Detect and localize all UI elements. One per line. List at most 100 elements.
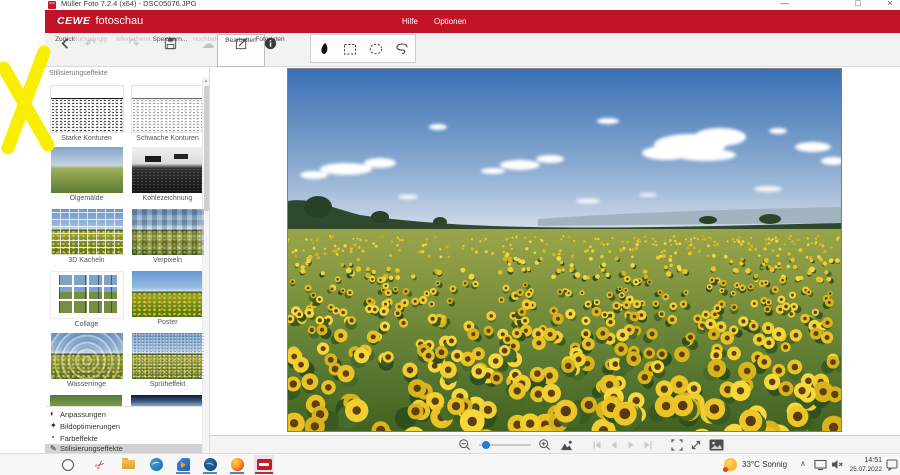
media-player-icon[interactable]: [173, 455, 193, 474]
menu-options[interactable]: Optionen: [434, 17, 466, 26]
weather-text[interactable]: 33°C Sonnig: [742, 460, 787, 469]
image-preview-icon[interactable]: [709, 439, 724, 451]
category-bildoptimierungen[interactable]: ✦ Bildoptimierungen: [45, 420, 202, 432]
save-disk-icon: [160, 36, 180, 51]
effect-verpixeln[interactable]: Verpixeln: [129, 209, 206, 264]
action-center-icon[interactable]: [886, 459, 898, 471]
last-image-icon[interactable]: [643, 440, 653, 450]
weather-temperature: 33°C: [742, 460, 760, 469]
effect-thumbnail: [50, 209, 123, 255]
window-titlebar[interactable]: Müller Foto 7.2.4 (x64) - DSC05076.JPG —…: [45, 0, 900, 10]
minimize-button[interactable]: —: [776, 0, 794, 10]
effect-label: Collage: [74, 321, 99, 328]
scrollbar-thumb[interactable]: [204, 86, 209, 211]
speaker-mute-icon[interactable]: [831, 459, 844, 470]
fullscreen-icon[interactable]: [690, 439, 702, 451]
rectangle-selection-icon[interactable]: [342, 41, 358, 57]
cortana-icon[interactable]: [58, 455, 78, 474]
upload-cloud-icon: ☁: [201, 36, 215, 51]
edit-pencil-icon: [231, 36, 251, 51]
photo-canvas: [210, 67, 900, 435]
menu-help[interactable]: Hilfe: [402, 17, 418, 26]
effects-sidebar: Stilisierungseffekte Starke Konturen Sch…: [45, 67, 210, 453]
previous-image-icon[interactable]: [609, 440, 619, 450]
cewe-foto-icon[interactable]: [254, 455, 274, 474]
crop-icon[interactable]: [671, 439, 683, 451]
effect-label: Poster: [157, 319, 178, 326]
sidebar-scrollbar[interactable]: ▲: [202, 77, 209, 453]
category-anpassungen[interactable]: ◐ Anpassungen: [45, 408, 202, 420]
zoom-slider-knob[interactable]: [482, 441, 490, 449]
firefox-icon[interactable]: [227, 455, 247, 474]
fit-to-window-icon[interactable]: [559, 439, 574, 452]
adjustments-icon: ◐: [50, 409, 55, 418]
effect-oelgemaelde[interactable]: Ölgemälde: [48, 147, 125, 202]
sidebar-header: Stilisierungseffekte: [49, 70, 108, 77]
effect-schwache-konturen[interactable]: Schwache Konturen: [129, 85, 206, 142]
selection-tools: [310, 34, 416, 63]
effect-collage[interactable]: Collage: [48, 271, 125, 328]
effect-kohlezeichnung[interactable]: Kohlezeichnung: [129, 147, 206, 202]
undo-button[interactable]: ↶ Rückgängig: [69, 35, 111, 64]
lasso-selection-icon[interactable]: [394, 41, 410, 57]
file-explorer-icon[interactable]: [118, 455, 138, 474]
effect-label: Verpixeln: [153, 257, 182, 264]
close-button[interactable]: ×: [881, 0, 899, 10]
weather-sun-icon[interactable]: [723, 458, 737, 472]
windows-taskbar: ✂ 33°C Sonnig ∧ 14:51 25.07.2022: [0, 453, 900, 475]
zoom-in-icon[interactable]: [538, 438, 552, 452]
sparkle-wand-icon: ✦: [50, 421, 57, 430]
effect-thumbnail: [131, 209, 204, 255]
category-label: Bildoptimierungen: [60, 421, 121, 431]
tray-expand-icon[interactable]: ∧: [800, 459, 806, 468]
snipping-tool-icon[interactable]: ✂: [90, 455, 110, 474]
divider: [45, 406, 209, 407]
effect-partial-thumbnail[interactable]: [50, 395, 122, 406]
display-tray-icon[interactable]: [814, 459, 827, 471]
brand-logo: CEWE fotoschau: [57, 15, 143, 27]
effect-label: Ölgemälde: [69, 195, 104, 202]
effect-label: Wasserringe: [66, 381, 107, 388]
category-label: Anpassungen: [60, 409, 106, 419]
window-title: Müller Foto 7.2.4 (x64) - DSC05076.JPG: [61, 0, 197, 8]
menubar: CEWE fotoschau Hilfe Optionen: [45, 10, 900, 33]
clock-time: 14:51: [864, 457, 882, 464]
redo-arrow-icon: ↷: [128, 36, 140, 51]
effect-starke-konturen[interactable]: Starke Konturen: [48, 85, 125, 142]
zoom-slider[interactable]: [479, 437, 531, 453]
category-label: Stilisierungseffekte: [60, 444, 123, 453]
effect-label: Starke Konturen: [61, 135, 112, 142]
photo-info-button[interactable]: Fotodaten: [249, 35, 291, 64]
effect-sprueheffekt[interactable]: Sprüheffekt: [129, 333, 206, 388]
brand-product: fotoschau: [95, 15, 144, 27]
next-image-icon[interactable]: [626, 440, 636, 450]
weather-condition: Sonnig: [762, 460, 788, 469]
effect-wasserringe[interactable]: Wasserringe: [48, 333, 125, 388]
effect-thumbnail: [50, 333, 123, 379]
effect-poster[interactable]: Poster: [129, 271, 206, 326]
toolbar: Zurück ↶ Rückgängig ↷ Wiederherst. Speic…: [45, 33, 900, 67]
effect-thumbnail: [130, 85, 205, 133]
category-stilisierungseffekte[interactable]: ✎ Stilisierungseffekte: [45, 444, 209, 453]
taskbar-clock[interactable]: 14:51 25.07.2022: [846, 457, 882, 474]
effect-thumbnail: [49, 271, 124, 319]
save-button[interactable]: Speichern...: [146, 35, 194, 64]
thunderbird-icon[interactable]: [200, 455, 220, 474]
first-image-icon[interactable]: [592, 440, 602, 450]
blue-wave-app-icon[interactable]: [146, 455, 166, 474]
zoom-out-icon[interactable]: [458, 438, 472, 452]
ellipse-selection-icon[interactable]: [368, 41, 384, 57]
statusbar: [210, 435, 900, 453]
effect-thumbnail: [131, 333, 204, 379]
category-label: Farbeffekte: [60, 433, 98, 443]
effect-thumbnail: [49, 85, 124, 133]
effect-3d-kacheln[interactable]: 3D Kacheln: [48, 209, 125, 264]
scroll-up-icon[interactable]: ▲: [203, 77, 209, 85]
category-farbeffekte[interactable]: ◔ Farbeffekte: [45, 432, 202, 444]
freehand-mask-icon[interactable]: [316, 41, 332, 57]
maximize-button[interactable]: □: [849, 0, 867, 10]
photo-sunflower-field[interactable]: [287, 68, 842, 432]
effect-thumbnail: [131, 147, 204, 193]
effect-partial-thumbnail[interactable]: [131, 395, 203, 406]
effect-label: Sprüheffekt: [149, 381, 186, 388]
